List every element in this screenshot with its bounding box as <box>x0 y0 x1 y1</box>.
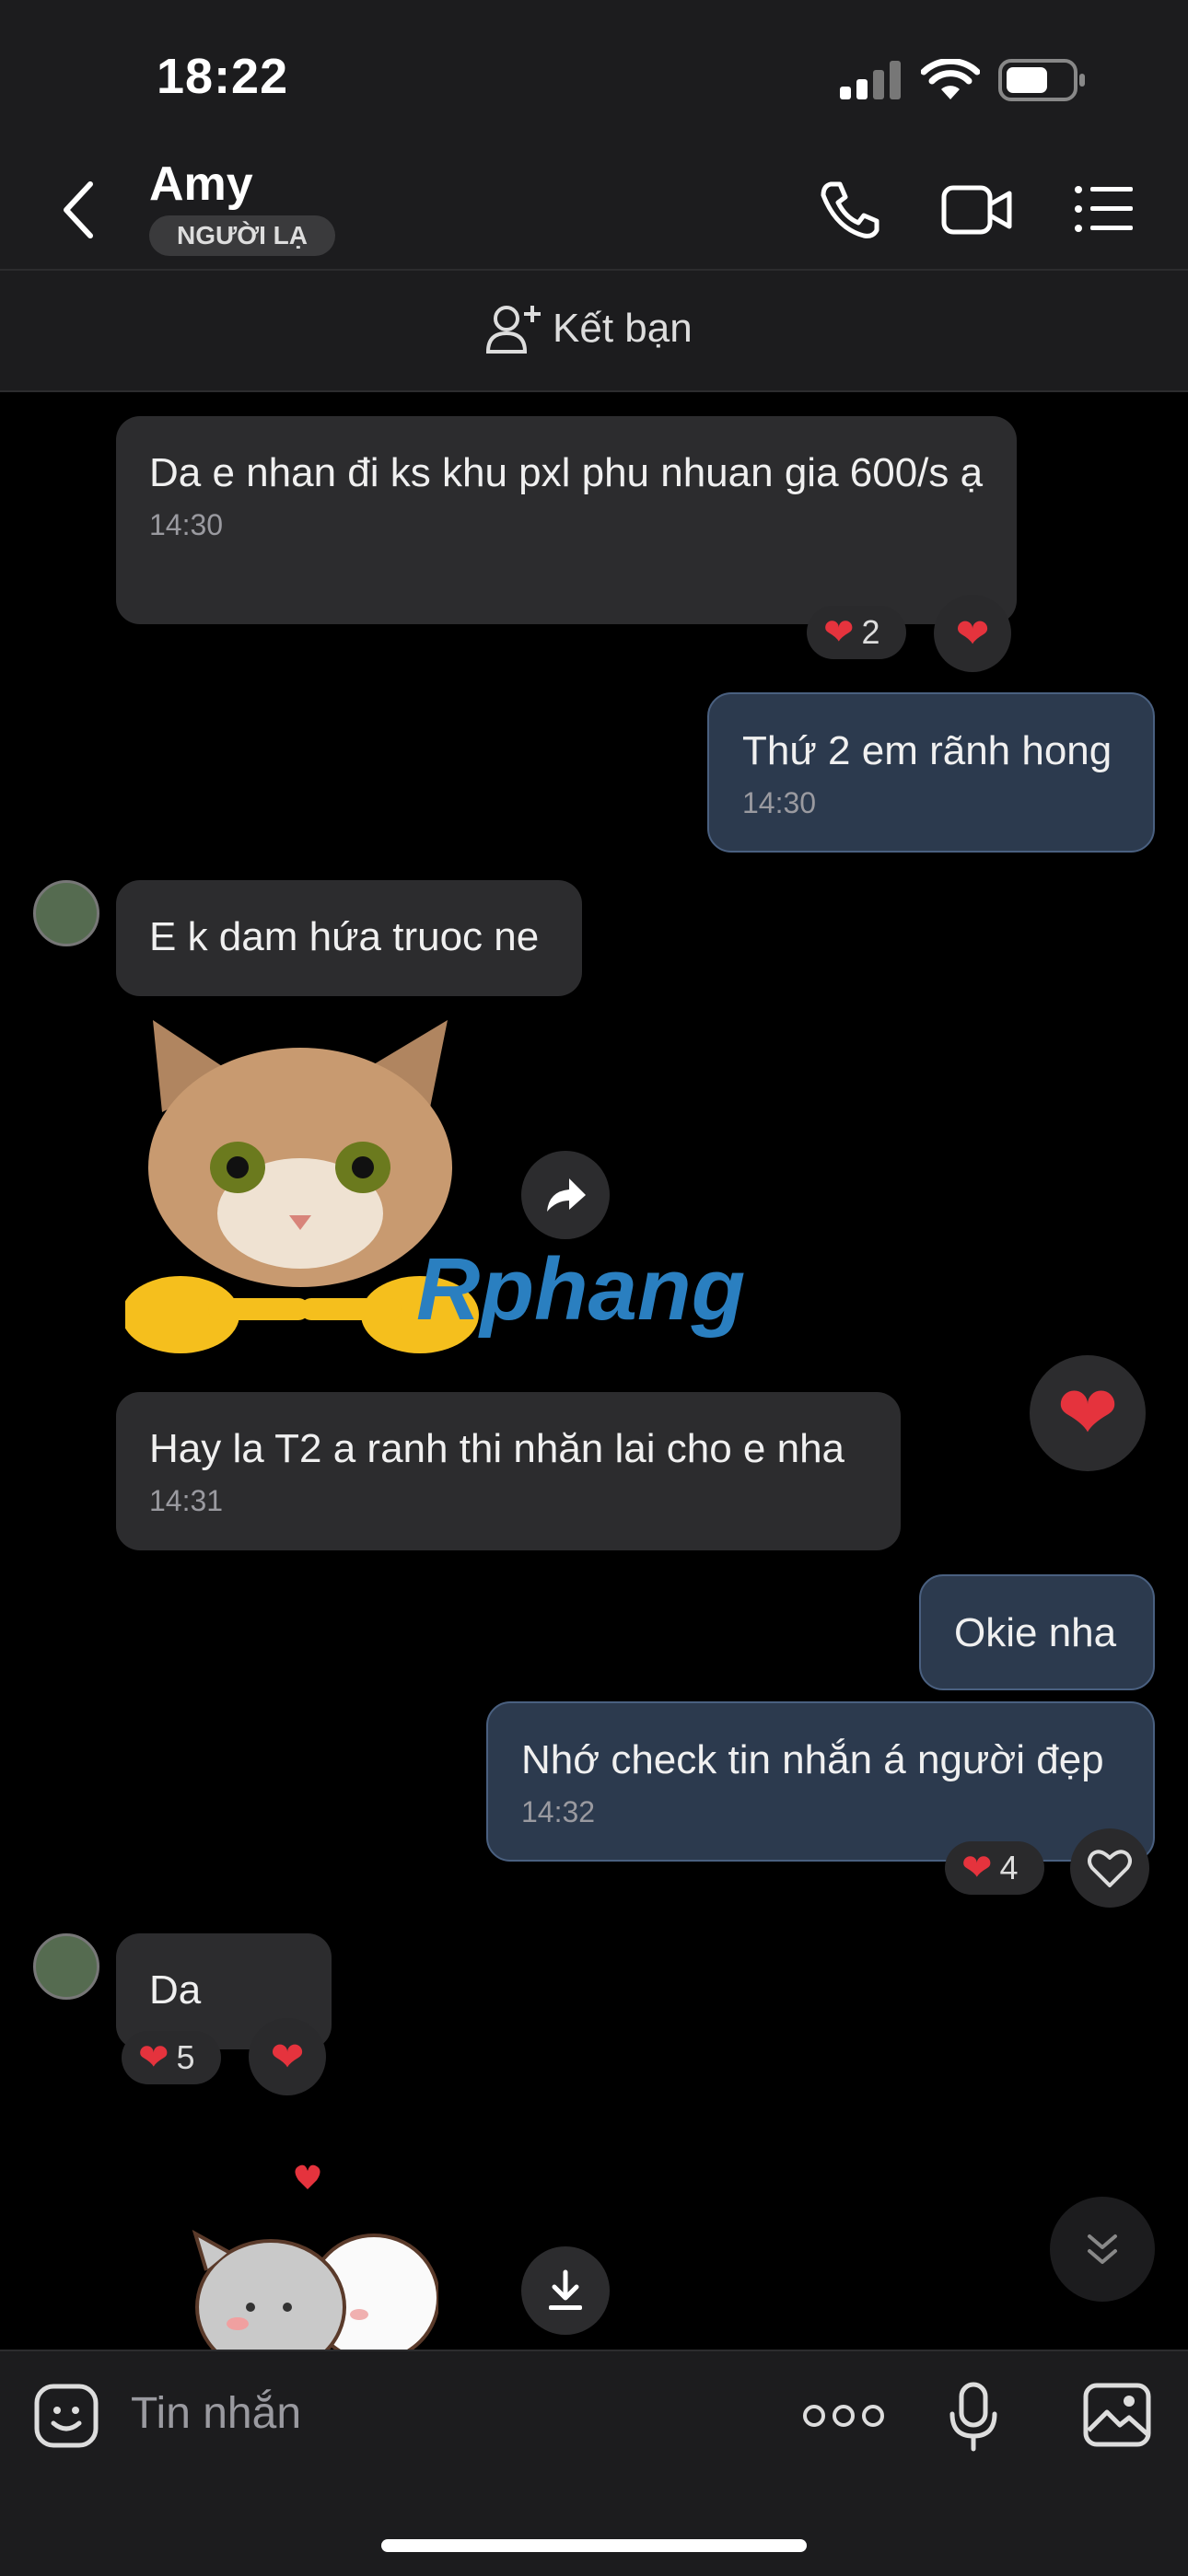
message-bubble-outgoing[interactable]: Thứ 2 em rãnh hong 14:30 <box>707 692 1155 853</box>
reaction-count: 2 <box>861 613 880 651</box>
add-friend-icon <box>486 306 541 354</box>
share-arrow-icon <box>547 1178 586 1212</box>
message-text: Okie nha <box>954 1610 1117 1655</box>
double-chevron-down-icon <box>1088 2234 1117 2264</box>
heart-icon: ❤ <box>961 1848 993 1888</box>
reaction-summary[interactable]: ❤ 5 <box>122 2031 221 2084</box>
menu-list-icon[interactable] <box>1074 184 1133 234</box>
message-bubble-incoming[interactable]: Da e nhan đi ks khu pxl phu nhuan gia 60… <box>116 416 1017 624</box>
message-text: Da <box>149 1967 202 2013</box>
microphone-icon[interactable] <box>949 2381 998 2453</box>
contact-name[interactable]: Amy <box>149 157 253 212</box>
message-bubble-outgoing[interactable]: Okie nha <box>919 1574 1155 1690</box>
heart-icon: ❤ <box>138 2037 169 2078</box>
quick-heart-button[interactable]: ❤ <box>1030 1355 1146 1471</box>
back-icon[interactable] <box>59 180 96 239</box>
message-time: 14:30 <box>149 508 224 541</box>
message-time: 14:30 <box>742 786 817 819</box>
image-gallery-icon[interactable] <box>1083 2383 1151 2447</box>
avatar[interactable] <box>33 1933 99 2000</box>
reaction-summary[interactable]: ❤ 4 <box>945 1841 1044 1895</box>
avatar[interactable] <box>33 880 99 946</box>
reaction-count: 4 <box>999 1849 1019 1886</box>
home-indicator[interactable] <box>381 2539 807 2552</box>
emoji-sticker-icon[interactable] <box>33 2383 99 2449</box>
battery-icon <box>998 59 1085 101</box>
cellular-signal-icon <box>840 61 901 99</box>
reaction-count: 5 <box>176 2038 195 2076</box>
message-time: 14:32 <box>521 1795 596 1828</box>
cats-hug-sticker[interactable] <box>162 2160 438 2350</box>
sticker-watermark: Rphang <box>416 1240 746 1339</box>
message-text: Da e nhan đi ks khu pxl phu nhuan gia 60… <box>149 450 984 495</box>
message-text: Hay la T2 a ranh thi nhăn lai cho e nha <box>149 1426 845 1471</box>
download-button[interactable] <box>521 2246 610 2335</box>
message-text: Nhớ check tin nhắn á người đẹp <box>521 1737 1104 1782</box>
heart-outline-icon <box>1088 1850 1132 1887</box>
phone-call-icon[interactable] <box>818 180 880 239</box>
message-time: 14:31 <box>149 1484 224 1517</box>
share-button[interactable] <box>521 1151 610 1239</box>
heart-icon: ❤ <box>270 2034 305 2080</box>
react-button[interactable]: ❤ <box>934 595 1011 672</box>
message-input[interactable]: Tin nhắn <box>131 2388 301 2439</box>
heart-icon: ❤ <box>823 612 855 653</box>
message-text: Thứ 2 em rãnh hong <box>742 728 1112 773</box>
wifi-icon <box>921 59 980 99</box>
stranger-badge: NGƯỜI LẠ <box>149 215 335 256</box>
heart-icon: ❤ <box>1056 1372 1119 1454</box>
status-time: 18:22 <box>157 49 289 104</box>
heart-icon: ❤ <box>955 610 990 656</box>
react-button[interactable] <box>1070 1828 1149 1908</box>
download-icon <box>549 2269 582 2310</box>
message-text: E k dam hứa truoc ne <box>149 914 540 959</box>
message-bubble-outgoing[interactable]: Nhớ check tin nhắn á người đẹp 14:32 <box>486 1701 1155 1862</box>
react-button[interactable]: ❤ <box>249 2018 326 2095</box>
message-bubble-incoming[interactable]: Hay la T2 a ranh thi nhăn lai cho e nha … <box>116 1392 901 1550</box>
more-options-icon[interactable] <box>801 2399 886 2432</box>
reaction-summary[interactable]: ❤ 2 <box>807 606 906 659</box>
video-call-icon[interactable] <box>941 182 1013 238</box>
message-bubble-incoming[interactable]: E k dam hứa truoc ne <box>116 880 582 996</box>
scroll-to-bottom-button[interactable] <box>1050 2197 1155 2302</box>
add-friend-label[interactable]: Kết bạn <box>553 306 693 352</box>
